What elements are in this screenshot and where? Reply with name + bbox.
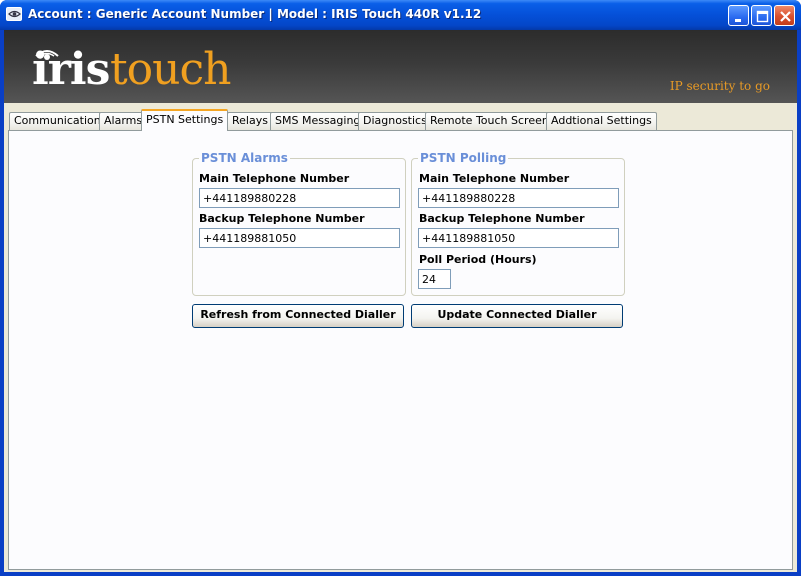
alarms-backup-label: Backup Telephone Number — [199, 212, 365, 225]
alarms-main-label: Main Telephone Number — [199, 172, 350, 185]
pstn-alarms-title: PSTN Alarms — [199, 151, 290, 165]
update-dialler-button[interactable]: Update Connected Dialler — [411, 304, 623, 328]
minimize-icon — [735, 19, 741, 22]
brand-banner: iris touch IP security to go — [4, 30, 797, 103]
pstn-polling-title: PSTN Polling — [418, 151, 509, 165]
pstn-polling-group: PSTN Polling Main Telephone Number Backu… — [411, 151, 625, 296]
tagline: IP security to go — [669, 79, 770, 93]
tab-remote-touch-screen[interactable]: Remote Touch Screen — [425, 112, 554, 130]
tab-diagnostics[interactable]: Diagnostics — [358, 112, 432, 130]
logo-touch-text: touch — [110, 44, 231, 95]
minimize-button[interactable] — [728, 5, 749, 26]
alarms-main-phone-input[interactable] — [199, 188, 400, 208]
maximize-button[interactable] — [751, 5, 772, 26]
tab-relays[interactable]: Relays — [227, 112, 273, 130]
logo-iris-text: iris — [32, 44, 110, 95]
maximize-icon — [756, 10, 769, 23]
polling-backup-phone-input[interactable] — [418, 228, 619, 248]
polling-main-label: Main Telephone Number — [419, 172, 570, 185]
tab-alarms[interactable]: Alarms — [99, 112, 148, 130]
client-area: iris touch IP security to go Communicati… — [4, 30, 797, 572]
close-button[interactable] — [774, 5, 795, 26]
tab-additional-settings[interactable]: Addtional Settings — [546, 112, 657, 130]
alarms-backup-phone-input[interactable] — [199, 228, 400, 248]
window-bottom-border — [0, 572, 801, 576]
app-window: Account : Generic Account Number | Model… — [0, 0, 801, 576]
title-bar[interactable]: Account : Generic Account Number | Model… — [0, 0, 801, 30]
pstn-alarms-group: PSTN Alarms Main Telephone Number Backup… — [192, 151, 406, 296]
window-title: Account : Generic Account Number | Model… — [28, 7, 482, 21]
polling-backup-label: Backup Telephone Number — [419, 212, 585, 225]
tab-sms-messaging[interactable]: SMS Messaging — [270, 112, 366, 130]
app-eye-icon — [6, 7, 22, 21]
tab-pstn-settings[interactable]: PSTN Settings — [141, 109, 229, 131]
poll-period-label: Poll Period (Hours) — [419, 253, 537, 266]
close-icon — [780, 11, 791, 22]
polling-main-phone-input[interactable] — [418, 188, 619, 208]
pstn-settings-panel: PSTN Alarms Main Telephone Number Backup… — [8, 130, 793, 570]
tab-communications[interactable]: Communications — [9, 112, 112, 130]
poll-period-input[interactable] — [418, 269, 451, 289]
refresh-from-dialler-button[interactable]: Refresh from Connected Dialler — [192, 304, 404, 328]
